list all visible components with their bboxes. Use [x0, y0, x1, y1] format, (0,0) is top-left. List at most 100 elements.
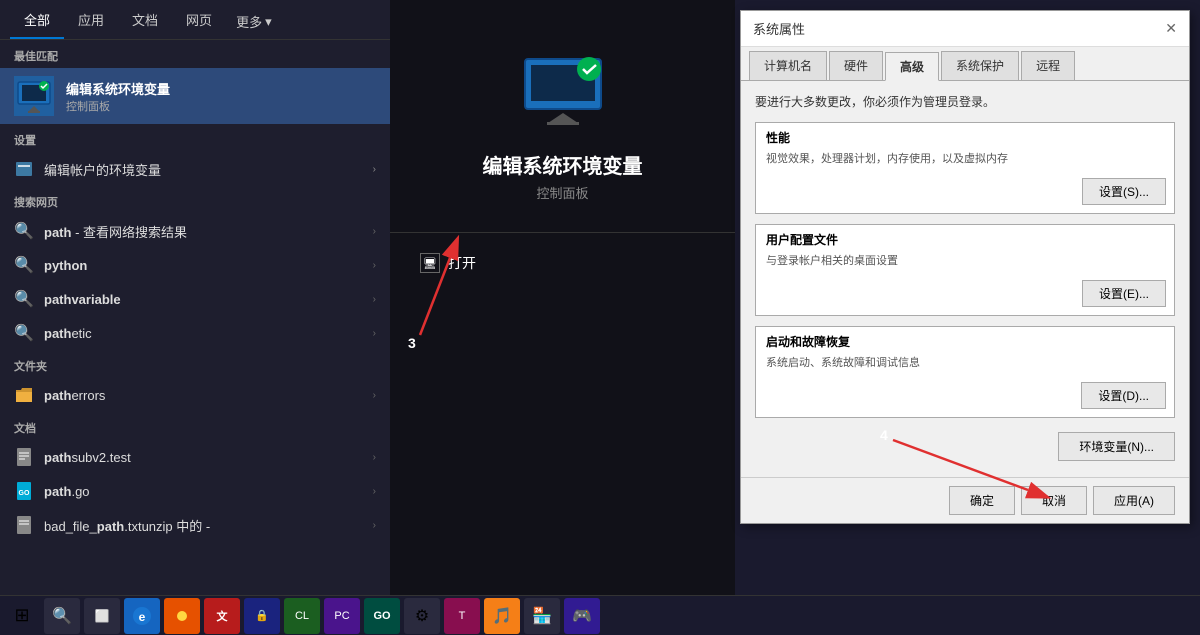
- chevron-right-icon-web2: ›: [373, 294, 376, 305]
- setting-item-label: 编辑帐户的环境变量: [44, 160, 363, 179]
- chevron-right-icon: ›: [373, 164, 376, 175]
- search-tabs: 全部 应用 文档 网页 更多 ▾: [0, 0, 390, 40]
- app-red-icon[interactable]: 文: [204, 598, 240, 634]
- start-button[interactable]: ⊞: [4, 598, 40, 634]
- tab-system-protection[interactable]: 系统保护: [941, 51, 1019, 80]
- search-icon-1: 🔍: [14, 255, 34, 275]
- app-purple-icon[interactable]: PC: [324, 598, 360, 634]
- doc-text-2: bad_file_path.txtunzip 中的 -: [44, 516, 363, 535]
- cancel-button[interactable]: 取消: [1021, 486, 1087, 515]
- doc-icon-2: [14, 515, 34, 535]
- performance-desc: 视觉效果，处理器计划，内存使用，以及虚拟内存: [756, 148, 1174, 174]
- dialog-footer: 确定 取消 应用(A): [741, 477, 1189, 523]
- search-web-text-1: python: [44, 258, 363, 273]
- open-label: 打开: [448, 253, 476, 273]
- preview-icon: [523, 50, 603, 130]
- chevron-right-icon-doc0: ›: [373, 452, 376, 463]
- admin-note: 要进行大多数更改，你必须作为管理员登录。: [755, 93, 1175, 110]
- startup-title: 启动和故障恢复: [756, 327, 1174, 352]
- performance-settings-button[interactable]: 设置(S)...: [1082, 178, 1166, 205]
- tab-remote[interactable]: 远程: [1021, 51, 1075, 80]
- ok-button[interactable]: 确定: [949, 486, 1015, 515]
- doc-item-1[interactable]: GO path.go ›: [0, 474, 390, 508]
- svg-text:GO: GO: [19, 490, 30, 497]
- chevron-right-icon-web0: ›: [373, 226, 376, 237]
- app-blue-icon[interactable]: 🔒: [244, 598, 280, 634]
- settings-icon: [14, 159, 34, 179]
- app-misc-icon[interactable]: ⚙: [404, 598, 440, 634]
- chevron-right-icon-doc2: ›: [373, 520, 376, 531]
- documents-label: 文档: [0, 412, 390, 440]
- tab-all[interactable]: 全部: [10, 2, 64, 39]
- dialog-body: 要进行大多数更改，你必须作为管理员登录。 性能 视觉效果，处理器计划，内存使用，…: [741, 81, 1189, 477]
- close-icon[interactable]: ✕: [1165, 20, 1177, 37]
- app-green-icon[interactable]: CL: [284, 598, 320, 634]
- doc-text-1: path.go: [44, 484, 363, 499]
- doc-icon-1: GO: [14, 481, 34, 501]
- search-web-label: 搜索网页: [0, 186, 390, 214]
- preview-panel: 编辑系统环境变量 控制面板 🖥 打开: [390, 0, 735, 600]
- taskbar: ⊞ 🔍 ⬜ e 文 🔒 CL PC GO ⚙ T 🎵 🏪 🎮: [0, 595, 1200, 635]
- folder-item-0[interactable]: patherrors ›: [0, 378, 390, 412]
- search-web-text-0: path - 查看网络搜索结果: [44, 222, 363, 241]
- search-icon-0: 🔍: [14, 221, 34, 241]
- svg-text:e: e: [139, 610, 146, 624]
- chevron-right-icon-folder0: ›: [373, 390, 376, 401]
- taskview-button[interactable]: ⬜: [84, 598, 120, 634]
- app-orange-icon[interactable]: 🎵: [484, 598, 520, 634]
- user-profiles-group: 用户配置文件 与登录帐户相关的桌面设置 设置(E)...: [755, 224, 1175, 316]
- chevron-down-icon: ▾: [265, 14, 272, 30]
- chevron-right-icon-web1: ›: [373, 260, 376, 271]
- tab-computer-name[interactable]: 计算机名: [749, 51, 827, 80]
- app-teal-icon[interactable]: GO: [364, 598, 400, 634]
- settings-label: 设置: [0, 124, 390, 152]
- user-profiles-title: 用户配置文件: [756, 225, 1174, 250]
- tab-docs[interactable]: 文档: [118, 2, 172, 39]
- folders-label: 文件夹: [0, 350, 390, 378]
- tab-advanced[interactable]: 高级: [885, 52, 939, 81]
- user-profiles-settings-button[interactable]: 设置(E)...: [1082, 280, 1166, 307]
- tab-more[interactable]: 更多 ▾: [226, 4, 282, 39]
- best-match-title: 编辑系统环境变量: [66, 79, 170, 98]
- apply-button[interactable]: 应用(A): [1093, 486, 1175, 515]
- env-variables-button[interactable]: 环境变量(N)...: [1058, 432, 1175, 461]
- open-button[interactable]: 🖥 打开: [390, 253, 476, 273]
- startup-settings-button[interactable]: 设置(D)...: [1081, 382, 1166, 409]
- best-match-app-icon: [14, 76, 54, 116]
- firefox-icon[interactable]: [164, 598, 200, 634]
- best-match-subtitle: 控制面板: [66, 98, 170, 114]
- open-icon: 🖥: [420, 253, 440, 273]
- startup-desc: 系统启动、系统故障和调试信息: [756, 352, 1174, 378]
- search-web-item-0[interactable]: 🔍 path - 查看网络搜索结果 ›: [0, 214, 390, 248]
- search-web-text-3: pathetic: [44, 326, 363, 341]
- setting-item-account-env[interactable]: 编辑帐户的环境变量 ›: [0, 152, 390, 186]
- app-pink-icon[interactable]: T: [444, 598, 480, 634]
- dialog-tabs: 计算机名 硬件 高级 系统保护 远程: [741, 47, 1189, 81]
- preview-subtitle: 控制面板: [536, 183, 588, 202]
- user-profiles-desc: 与登录帐户相关的桌面设置: [756, 250, 1174, 276]
- search-web-item-3[interactable]: 🔍 pathetic ›: [0, 316, 390, 350]
- app-violet-icon[interactable]: 🎮: [564, 598, 600, 634]
- tab-web[interactable]: 网页: [172, 2, 226, 39]
- search-taskbar-button[interactable]: 🔍: [44, 598, 80, 634]
- search-web-item-2[interactable]: 🔍 pathvariable ›: [0, 282, 390, 316]
- search-icon-3: 🔍: [14, 323, 34, 343]
- startup-group: 启动和故障恢复 系统启动、系统故障和调试信息 设置(D)...: [755, 326, 1175, 418]
- best-match-label: 最佳匹配: [0, 40, 390, 68]
- search-icon-2: 🔍: [14, 289, 34, 309]
- doc-item-0[interactable]: pathsubv2.test ›: [0, 440, 390, 474]
- store-icon[interactable]: 🏪: [524, 598, 560, 634]
- tab-apps[interactable]: 应用: [64, 2, 118, 39]
- search-web-item-1[interactable]: 🔍 python ›: [0, 248, 390, 282]
- tab-hardware[interactable]: 硬件: [829, 51, 883, 80]
- doc-item-2[interactable]: bad_file_path.txtunzip 中的 - ›: [0, 508, 390, 542]
- best-match-item[interactable]: 编辑系统环境变量 控制面板: [0, 68, 390, 124]
- preview-title: 编辑系统环境变量: [483, 150, 643, 179]
- edge-icon[interactable]: e: [124, 598, 160, 634]
- performance-group: 性能 视觉效果，处理器计划，内存使用，以及虚拟内存 设置(S)...: [755, 122, 1175, 214]
- search-web-text-2: pathvariable: [44, 292, 363, 307]
- best-match-text: 编辑系统环境变量 控制面板: [66, 79, 170, 114]
- dialog-titlebar: 系统属性 ✕: [741, 11, 1189, 47]
- preview-divider: [390, 232, 735, 233]
- doc-icon-0: [14, 447, 34, 467]
